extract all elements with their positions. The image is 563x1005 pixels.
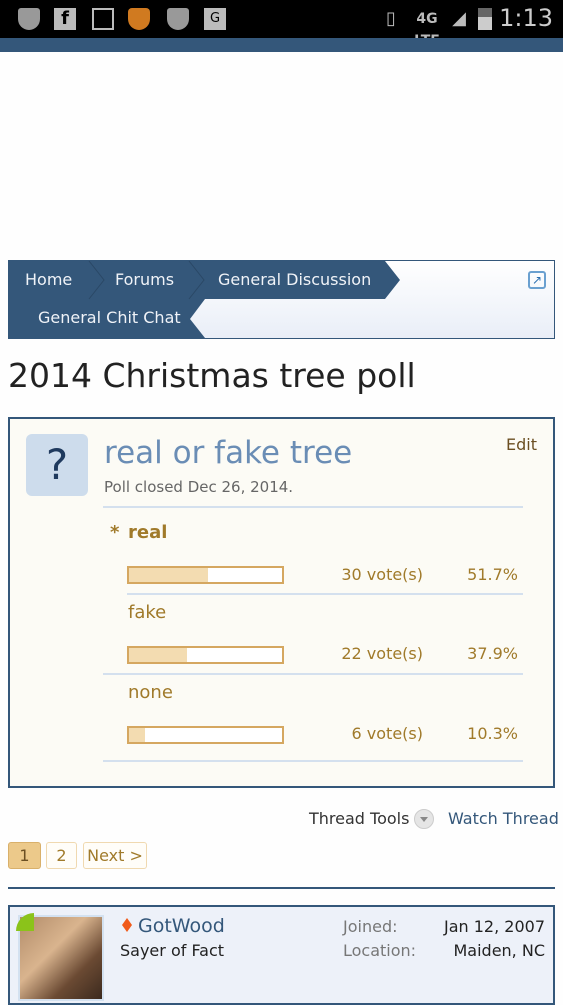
poll-result-bar (127, 726, 284, 744)
question-icon: ? (26, 434, 88, 496)
post-author-card: GotWood Sayer of Fact Joined: Jan 12, 20… (8, 905, 555, 1005)
diamond-icon (122, 918, 132, 932)
clock: 1:13 (499, 4, 553, 32)
header-bar (0, 38, 563, 52)
external-link-icon[interactable]: ↗ (528, 271, 546, 289)
page-title: 2014 Christmas tree poll (8, 356, 416, 395)
poll-option-label: real (128, 522, 168, 543)
joined-label: Joined: (343, 917, 398, 936)
vibrate-icon: ▯ (386, 8, 396, 29)
joined-value: Jan 12, 2007 (444, 917, 545, 936)
divider (127, 593, 523, 595)
poll-status: Poll closed Dec 26, 2014. (104, 478, 294, 496)
poll-box: ? real or fake tree Poll closed Dec 26, … (8, 417, 555, 788)
signal-icon: ◢ (452, 8, 466, 29)
poll-percent: 10.3% (467, 724, 518, 743)
poll-votes: 6 vote(s) (351, 724, 423, 743)
poll-question: real or fake tree (104, 435, 353, 471)
breadcrumb-forums[interactable]: Forums (115, 261, 174, 299)
selected-marker: * (110, 522, 120, 543)
user-title: Sayer of Fact (120, 941, 225, 960)
maps-icon: G (204, 8, 226, 30)
breadcrumb-home[interactable]: Home (25, 261, 72, 299)
shield-icon (18, 8, 40, 30)
image-icon (92, 8, 114, 30)
app-icon (128, 8, 150, 30)
poll-votes: 22 vote(s) (341, 644, 423, 663)
poll-option-label: none (128, 682, 173, 703)
poll-bar-fill (129, 648, 187, 662)
poll-percent: 51.7% (467, 565, 518, 584)
poll-option-label: fake (128, 602, 167, 623)
breadcrumb-general-discussion[interactable]: General Discussion (218, 261, 371, 299)
poll-result-bar (127, 646, 284, 664)
page-1-button[interactable]: 1 (8, 842, 41, 869)
next-page-button[interactable]: Next > (83, 842, 147, 869)
status-bar: f G ▯ 4G LTE ◢ 1:13 (0, 0, 563, 49)
poll-result-bar (127, 566, 284, 584)
poll-votes: 30 vote(s) (341, 565, 423, 584)
poll-percent: 37.9% (467, 644, 518, 663)
poll-bar-fill (129, 728, 145, 742)
shield-icon (167, 8, 189, 30)
breadcrumb: Home Forums General Discussion General C… (8, 260, 555, 339)
watch-thread-link[interactable]: Watch Thread (448, 809, 559, 828)
network-label: 4G LTE (414, 11, 440, 49)
divider (103, 673, 523, 675)
divider (8, 887, 555, 889)
location-value: Maiden, NC (453, 941, 545, 960)
poll-bar-fill (129, 568, 209, 582)
battery-icon (478, 8, 492, 30)
page-2-button[interactable]: 2 (46, 842, 77, 869)
username-link[interactable]: GotWood (138, 915, 225, 937)
breadcrumb-general-chit-chat[interactable]: General Chit Chat (38, 299, 181, 337)
facebook-icon: f (54, 8, 76, 30)
divider (103, 760, 523, 762)
chevron-down-icon[interactable] (414, 809, 434, 829)
edit-poll-link[interactable]: Edit (506, 435, 537, 454)
divider (103, 506, 523, 508)
location-label: Location: (343, 941, 417, 960)
thread-tools-link[interactable]: Thread Tools (309, 809, 409, 828)
